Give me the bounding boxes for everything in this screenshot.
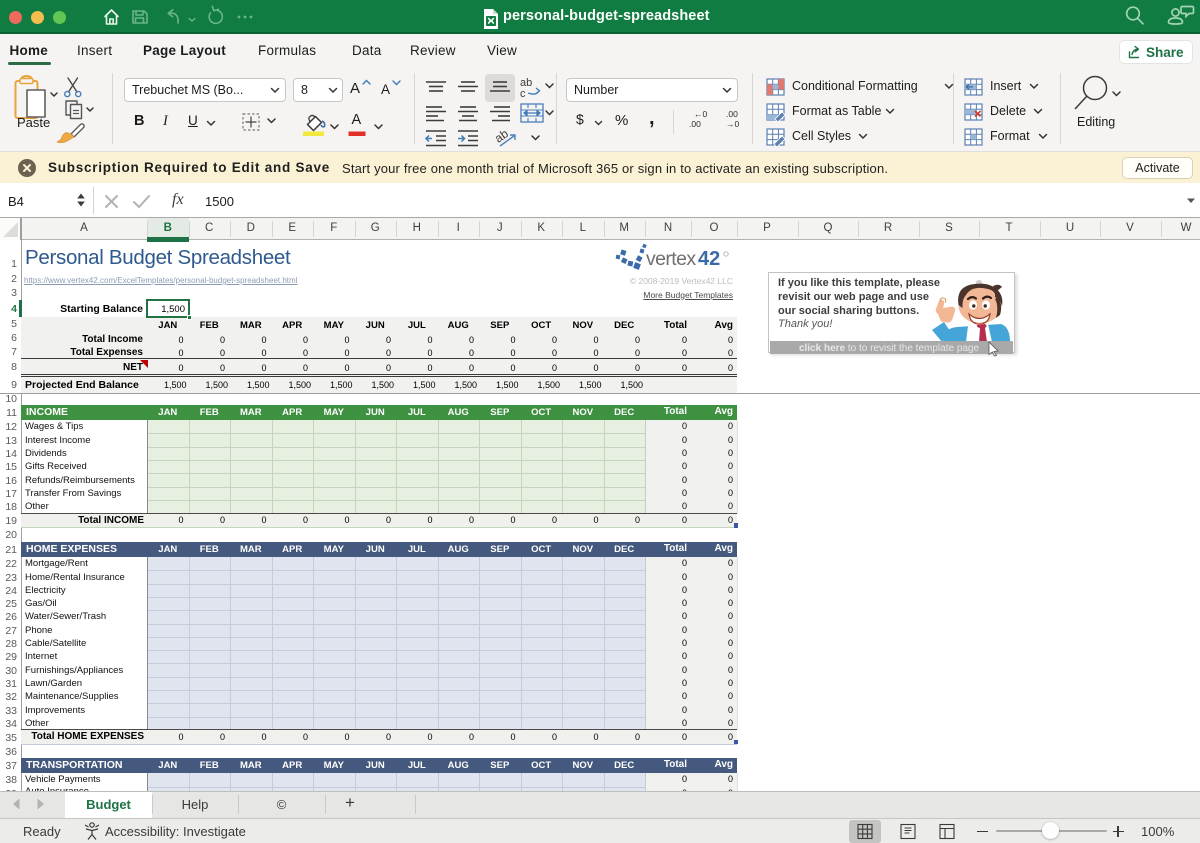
svg-text:→0: →0: [726, 119, 740, 129]
svg-text:.00: .00: [689, 119, 701, 129]
svg-text:42: 42: [698, 248, 720, 270]
svg-text:.00: .00: [726, 109, 738, 119]
svg-text:←0: ←0: [694, 109, 708, 119]
svg-text:c: c: [520, 88, 526, 100]
svg-text:vertex: vertex: [646, 248, 696, 270]
